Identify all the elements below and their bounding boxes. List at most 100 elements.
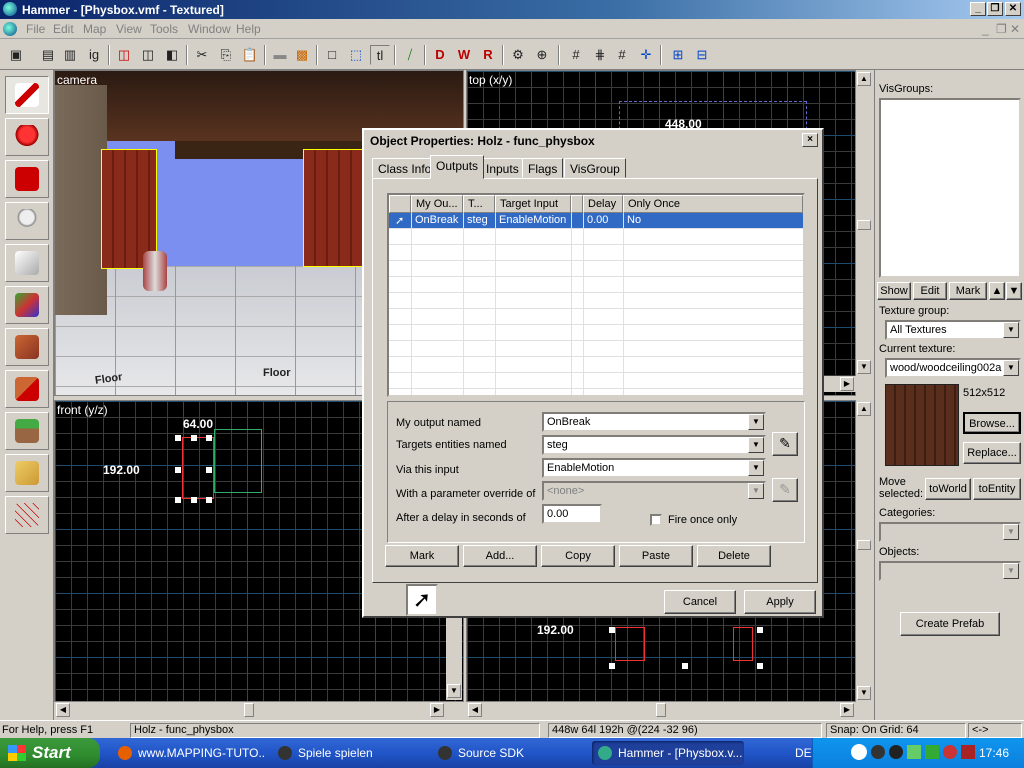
copy-icon[interactable]: ⎘ <box>216 45 236 65</box>
tab-outputs[interactable]: Outputs <box>430 155 485 179</box>
map-info-icon[interactable]: R <box>478 45 498 65</box>
visgroup-mark-button[interactable]: Mark <box>949 282 987 300</box>
task-steam-games[interactable]: Spiele spielen <box>272 741 424 765</box>
paste-icon[interactable]: 📋 <box>240 45 260 65</box>
create-prefab-button[interactable]: Create Prefab <box>900 612 1000 636</box>
visgroup-up-icon[interactable]: ▲ <box>989 282 1005 300</box>
overlay-tool-button[interactable] <box>5 412 49 450</box>
dropdown-arrow-icon[interactable]: ▼ <box>1003 524 1019 540</box>
column-header-delay[interactable]: Delay <box>583 195 623 213</box>
steg-front[interactable] <box>214 429 262 493</box>
scroll-right-icon[interactable]: ▶ <box>840 703 854 717</box>
menu-window[interactable]: Window <box>188 22 231 36</box>
barrel-entity[interactable] <box>143 251 167 291</box>
texture-application-icon[interactable]: tl <box>370 45 390 65</box>
eyedropper-param-icon[interactable]: ✎ <box>772 478 798 502</box>
eyedropper-target-icon[interactable]: ✎ <box>772 432 798 456</box>
visgroup-down-icon[interactable]: ▼ <box>1006 282 1022 300</box>
cascade-windows-icon[interactable]: ⊟ <box>692 45 712 65</box>
scroll-right-icon[interactable]: ▶ <box>430 703 444 717</box>
tray-antivirus-icon[interactable] <box>943 745 957 759</box>
cancel-button[interactable]: Cancel <box>664 590 736 614</box>
magnify-tool-button[interactable] <box>5 118 49 156</box>
copy-button[interactable]: Copy <box>541 545 615 567</box>
side-horizontal-scrollbar[interactable]: ◀ ▶ <box>466 702 874 718</box>
vertex-tool-button[interactable] <box>5 496 49 534</box>
menu-help[interactable]: Help <box>236 22 261 36</box>
scroll-down-icon[interactable]: ▼ <box>857 360 871 374</box>
dropdown-arrow-icon[interactable]: ▼ <box>1003 360 1019 376</box>
close-button[interactable]: ✕ <box>1005 2 1021 16</box>
check-problems-icon[interactable]: W <box>454 45 474 65</box>
column-header-output[interactable]: My Ou... <box>411 195 463 213</box>
tray-signal-icon[interactable] <box>925 745 939 759</box>
column-header-input[interactable]: Target Input <box>495 195 571 213</box>
tray-steam2-icon[interactable] <box>889 745 903 759</box>
tab-visgroup[interactable]: VisGroup <box>564 158 626 178</box>
language-indicator[interactable]: DE <box>795 746 812 760</box>
grid-toggle-icon[interactable]: # <box>566 45 586 65</box>
minimize-button[interactable]: _ <box>970 2 986 16</box>
dropdown-arrow-icon[interactable]: ▼ <box>748 437 764 453</box>
icon-column-header[interactable] <box>389 195 411 213</box>
group-icon[interactable]: ▥ <box>60 45 80 65</box>
selection-tool-button[interactable] <box>5 76 49 114</box>
hammer-app-icon[interactable] <box>3 2 17 16</box>
entity-report-icon[interactable]: D <box>430 45 450 65</box>
clipping-tool-button[interactable] <box>5 454 49 492</box>
visgroups-list[interactable] <box>879 98 1021 278</box>
camera-tool-button[interactable] <box>5 160 49 198</box>
document-icon[interactable] <box>3 22 17 36</box>
texture-group-select[interactable]: All Textures ▼ <box>885 320 1021 340</box>
visgroup-show-button[interactable]: Show <box>877 282 911 300</box>
scroll-left-icon[interactable]: ◀ <box>56 703 70 717</box>
outputs-list[interactable]: My Ou... T... Target Input Delay Only On… <box>387 193 805 397</box>
via-input-select[interactable]: EnableMotion ▼ <box>542 458 766 478</box>
scroll-left-icon[interactable]: ◀ <box>468 703 482 717</box>
tray-steam-icon[interactable] <box>871 745 885 759</box>
task-firefox[interactable]: www.MAPPING-TUTO... <box>112 741 264 765</box>
texture-lock-icon[interactable]: ▬ <box>270 45 290 65</box>
selection-dotted-icon[interactable]: ⬚ <box>346 45 366 65</box>
run-map-icon[interactable]: ⚙ <box>508 45 528 65</box>
scroll-up-icon[interactable]: ▲ <box>857 72 871 86</box>
scroll-thumb[interactable] <box>656 703 666 717</box>
cut-icon[interactable]: ✂ <box>192 45 212 65</box>
current-texture-select[interactable]: wood/woodceiling002a ▼ <box>885 358 1021 378</box>
dropdown-arrow-icon[interactable]: ▼ <box>748 483 764 499</box>
block-tool-button[interactable] <box>5 244 49 282</box>
delay-input[interactable]: 0.00 <box>542 504 602 524</box>
menu-tools[interactable]: Tools <box>150 22 178 36</box>
entity-tool-button[interactable] <box>5 202 49 240</box>
dropdown-arrow-icon[interactable]: ▼ <box>748 460 764 476</box>
categories-select[interactable]: ▼ <box>879 522 1021 542</box>
tray-chevron-icon[interactable] <box>851 744 867 760</box>
browse-button[interactable]: Browse... <box>963 412 1021 434</box>
clock[interactable]: 17:46 <box>979 746 1009 760</box>
visgroup-edit-button[interactable]: Edit <box>913 282 947 300</box>
start-button[interactable]: Start <box>0 738 100 768</box>
smaller-grid-icon[interactable]: # <box>612 45 632 65</box>
hide-selected-icon[interactable]: ◫ <box>114 45 134 65</box>
task-source-sdk[interactable]: Source SDK <box>432 741 584 765</box>
targets-entities-select[interactable]: steg ▼ <box>542 435 766 455</box>
parameter-override-select[interactable]: <none> ▼ <box>542 481 766 501</box>
unhide-icon[interactable]: ◧ <box>162 45 182 65</box>
mark-button[interactable]: Mark <box>385 545 459 567</box>
tab-class-info[interactable]: Class Info <box>372 158 438 178</box>
3d-grid-icon[interactable]: ⋕ <box>590 45 610 65</box>
dropdown-arrow-icon[interactable]: ▼ <box>748 414 764 430</box>
front-horizontal-scrollbar[interactable]: ◀ ▶ <box>54 702 464 718</box>
scroll-thumb[interactable] <box>857 220 871 230</box>
clip-icon[interactable]: ⧸ <box>400 45 420 65</box>
tab-inputs[interactable]: Inputs <box>480 158 525 178</box>
menu-file[interactable]: File <box>26 22 45 36</box>
output-named-select[interactable]: OnBreak ▼ <box>542 412 766 432</box>
dialog-title-bar[interactable]: Object Properties: Holz - func_physbox × <box>366 132 820 150</box>
tray-network-icon[interactable] <box>907 745 921 759</box>
add-button[interactable]: Add... <box>463 545 537 567</box>
side-vertical-scrollbar[interactable]: ▲ ▼ <box>856 400 872 702</box>
dropdown-arrow-icon[interactable]: ▼ <box>1003 563 1019 579</box>
menu-view[interactable]: View <box>116 22 142 36</box>
tab-flags[interactable]: Flags <box>522 158 564 178</box>
